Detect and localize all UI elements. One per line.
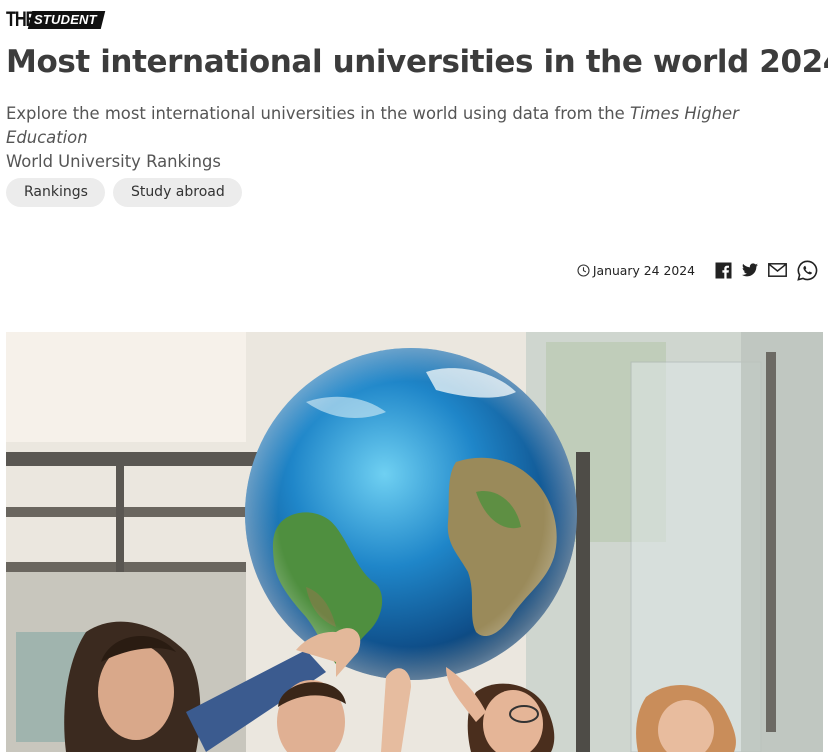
hero-image — [6, 332, 823, 752]
logo-student-badge: STUDENT — [27, 11, 106, 29]
logo-the: THE — [6, 8, 36, 31]
twitter-icon[interactable] — [742, 263, 758, 277]
article-meta: January 24 2024 — [577, 259, 818, 281]
tag-rankings[interactable]: Rankings — [6, 178, 105, 207]
site-logo[interactable]: THE STUDENT — [6, 8, 106, 31]
hero-photo-illustration — [6, 332, 823, 752]
subtitle-end: World University Rankings — [6, 152, 221, 171]
clock-icon — [577, 263, 590, 277]
publish-date: January 24 2024 — [577, 263, 695, 278]
tag-list: Rankings Study abroad — [6, 178, 242, 207]
article-subtitle: Explore the most international universit… — [6, 102, 822, 174]
page-title: Most international universities in the w… — [6, 44, 828, 80]
subtitle-start: Explore the most international universit… — [6, 104, 630, 123]
share-bar — [715, 259, 818, 281]
facebook-icon[interactable] — [715, 262, 732, 279]
whatsapp-icon[interactable] — [797, 259, 818, 281]
logo-student-text: STUDENT — [34, 12, 97, 27]
tag-study-abroad[interactable]: Study abroad — [112, 178, 242, 207]
email-icon[interactable] — [768, 263, 787, 277]
date-text: January 24 2024 — [592, 262, 695, 278]
